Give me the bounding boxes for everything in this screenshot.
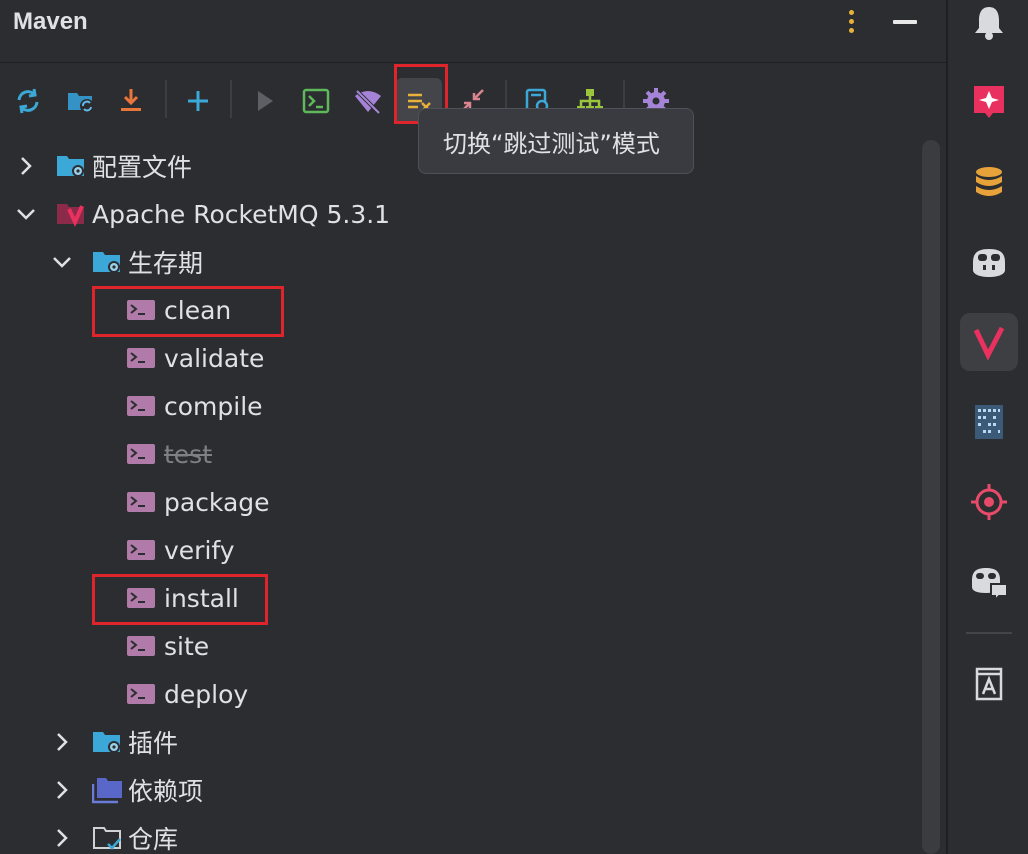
minimize-icon[interactable]: [893, 20, 917, 24]
run-icon[interactable]: [241, 78, 287, 124]
generate-sources-icon[interactable]: [58, 78, 104, 124]
more-options-icon[interactable]: [845, 10, 859, 36]
goal-label: compile: [164, 391, 263, 421]
tool-window-title: Maven: [13, 8, 88, 35]
ai-assistant-icon[interactable]: [960, 72, 1018, 130]
tree-node-label: 配置文件: [92, 153, 193, 182]
repository-folder-icon: [92, 824, 124, 852]
goal-deploy[interactable]: deploy: [126, 670, 248, 718]
tree-node-label: 生存期: [128, 249, 204, 278]
notifications-icon[interactable]: [960, 0, 1018, 51]
goal-site[interactable]: site: [126, 622, 209, 670]
goal-verify[interactable]: verify: [126, 526, 235, 574]
reload-icon[interactable]: [5, 78, 51, 124]
stripe-separator: [966, 632, 1012, 634]
maven-goal-icon: [126, 681, 156, 707]
chevron-right-icon[interactable]: [14, 154, 38, 178]
maven-goal-icon: [126, 489, 156, 515]
goal-package[interactable]: package: [126, 478, 270, 526]
tree-node-label: 插件: [128, 729, 179, 758]
chevron-right-icon[interactable]: [50, 826, 74, 850]
tree-node-label: 仓库: [128, 825, 179, 854]
download-icon[interactable]: [108, 78, 154, 124]
tree-node-profiles[interactable]: 配置文件: [14, 142, 192, 190]
maven-goal-icon: [126, 633, 156, 659]
tool-window-header: Maven: [0, 0, 946, 63]
folder-settings-icon: [92, 728, 124, 756]
tree-node-repositories[interactable]: 仓库: [50, 814, 178, 854]
maven-tool-window: Maven 切换“跳过测试”模式 配置文件 Apache RocketMQ 5.…: [0, 0, 946, 854]
toolbar-separator: [165, 80, 167, 118]
goal-label-skipped: test: [164, 439, 213, 469]
maven-goal-icon: [126, 441, 156, 467]
maven-goal-icon: [126, 537, 156, 563]
maven-goal-icon: [126, 393, 156, 419]
tree-node-dependencies[interactable]: 依赖项: [50, 766, 203, 814]
goal-validate[interactable]: validate: [126, 334, 264, 382]
goal-test[interactable]: test: [126, 430, 212, 478]
target-icon[interactable]: [960, 473, 1018, 531]
install-goal-highlight: [92, 574, 268, 625]
binary-icon[interactable]: [960, 393, 1018, 451]
copilot-icon[interactable]: [960, 233, 1018, 291]
dependencies-folder-icon: [92, 776, 124, 804]
goal-label: deploy: [164, 679, 249, 709]
clean-goal-highlight: [92, 286, 284, 337]
tree-node-plugins[interactable]: 插件: [50, 718, 178, 766]
folder-settings-icon: [56, 152, 88, 180]
offline-mode-icon[interactable]: [345, 78, 391, 124]
dictionary-icon[interactable]: [960, 655, 1018, 713]
chevron-down-icon[interactable]: [14, 202, 38, 226]
maven-goal-icon: [126, 345, 156, 371]
tree-node-project[interactable]: Apache RocketMQ 5.3.1: [14, 190, 390, 238]
chevron-right-icon[interactable]: [50, 778, 74, 802]
maven-project-icon: [56, 200, 88, 228]
maven-icon[interactable]: [960, 313, 1018, 371]
folder-settings-icon: [92, 248, 124, 276]
tree-node-label: 依赖项: [128, 777, 204, 806]
tree-node-label: Apache RocketMQ 5.3.1: [92, 199, 391, 229]
goal-compile[interactable]: compile: [126, 382, 263, 430]
toolbar-separator: [230, 80, 232, 118]
chevron-down-icon[interactable]: [50, 250, 74, 274]
copilot-chat-icon[interactable]: [960, 553, 1018, 611]
goal-label: verify: [164, 535, 235, 565]
chevron-right-icon[interactable]: [50, 730, 74, 754]
goal-label: validate: [164, 343, 265, 373]
right-tool-stripe: [946, 0, 1028, 854]
goal-label: site: [164, 631, 210, 661]
tree-node-lifecycle[interactable]: 生存期: [50, 238, 203, 286]
goal-label: package: [164, 487, 270, 517]
add-icon[interactable]: [175, 78, 221, 124]
tree-scrollbar[interactable]: [922, 140, 940, 854]
skip-tests-tooltip: 切换“跳过测试”模式: [418, 108, 694, 174]
execute-goal-icon[interactable]: [293, 78, 339, 124]
database-icon[interactable]: [960, 153, 1018, 211]
